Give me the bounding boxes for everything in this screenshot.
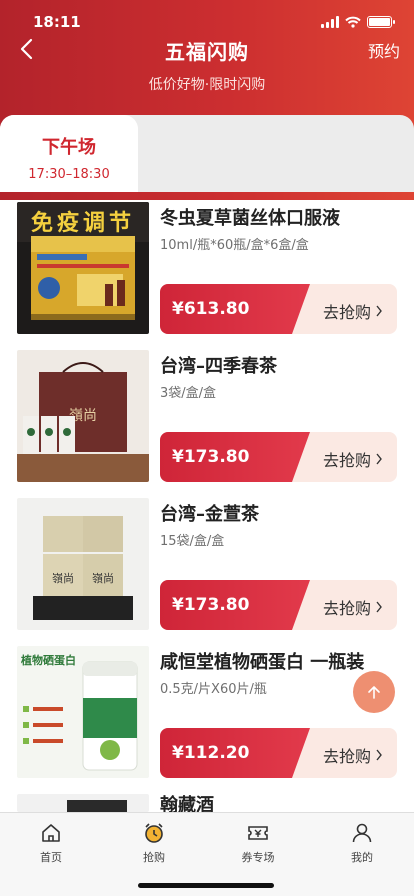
page-subtitle: 低价好物·限时闪购 [148, 77, 266, 93]
status-time: 18:11 [33, 13, 81, 31]
price-tag: ¥173.80 [160, 432, 310, 482]
tab-mine[interactable]: 我的 [322, 821, 402, 865]
tab-bar: 首页 抢购 券专场 我的 [0, 812, 414, 896]
ticket-icon [248, 826, 268, 840]
session-time: 17:30–18:30 [28, 167, 110, 182]
home-icon [42, 824, 60, 842]
product-item[interactable]: 免疫调节 冬虫夏草菌丝体口服液 10ml/瓶*60瓶/盒*6盒/盒 ¥613.8… [0, 192, 414, 340]
arrow-up-icon [368, 686, 380, 699]
product-image[interactable] [17, 794, 149, 812]
product-name: 台湾–金萱茶 [160, 504, 259, 525]
price-tag: ¥173.80 [160, 580, 310, 630]
product-image[interactable]: 免疫调节 [17, 202, 149, 334]
chevron-right-icon [376, 601, 382, 613]
session-tabs: 下午场 17:30–18:30 [0, 115, 414, 192]
product-spec: 0.5克/片X60片/瓶 [160, 682, 267, 697]
product-name: 冬虫夏草菌丝体口服液 [160, 208, 340, 229]
tab-label: 券专场 [241, 851, 275, 864]
product-item[interactable]: 翰藏酒 [0, 784, 414, 812]
product-spec: 3袋/盒/盒 [160, 386, 217, 401]
product-image[interactable]: 植物硒蛋白 [17, 646, 149, 778]
tab-flash-sale[interactable]: 抢购 [114, 821, 194, 865]
product-item[interactable]: 植物硒蛋白 咸恒堂植物硒蛋白 一瓶装 0.5克/片X60片/瓶 ¥112.20 … [0, 636, 414, 784]
tab-label: 首页 [40, 851, 62, 864]
buy-bar[interactable]: ¥173.80 去抢购 [160, 580, 397, 630]
grab-label: 去抢购 [322, 599, 371, 618]
svg-text:嶺尚: 嶺尚 [92, 571, 114, 585]
buy-bar[interactable]: ¥613.80 去抢购 [160, 284, 397, 334]
product-image-caption: 植物硒蛋白 [21, 654, 76, 667]
product-spec: 10ml/瓶*60瓶/盒*6盒/盒 [160, 238, 309, 253]
product-price: ¥613.80 [172, 299, 250, 319]
grab-button[interactable]: 去抢购 [323, 299, 383, 323]
tab-coupons[interactable]: 券专场 [218, 821, 298, 865]
product-item[interactable]: 嶺尚 嶺尚 台湾–金萱茶 15袋/盒/盒 ¥173.80 去抢购 [0, 488, 414, 636]
reserve-button[interactable]: 预约 [368, 38, 400, 62]
product-price: ¥173.80 [172, 447, 250, 467]
buy-bar[interactable]: ¥173.80 去抢购 [160, 432, 397, 482]
grab-label: 去抢购 [322, 747, 371, 766]
chevron-right-icon [376, 453, 382, 465]
price-tag: ¥112.20 [160, 728, 310, 778]
product-image-caption: 免疫调节 [30, 210, 135, 236]
product-image[interactable]: 嶺尚 嶺尚 [17, 498, 149, 630]
tab-label: 我的 [351, 851, 373, 864]
product-item[interactable]: 嶺尚 台湾–四季春茶 3袋/盒/盒 ¥173.80 去抢购 [0, 340, 414, 488]
grab-label: 去抢购 [322, 451, 371, 470]
chevron-right-icon [376, 749, 382, 761]
svg-text:嶺尚: 嶺尚 [52, 571, 74, 585]
product-name: 咸恒堂植物硒蛋白 一瓶装 [160, 652, 365, 673]
signal-icon [321, 16, 339, 28]
grab-button[interactable]: 去抢购 [323, 447, 383, 471]
tab-home[interactable]: 首页 [11, 821, 91, 865]
alarm-clock-icon [145, 823, 163, 843]
product-spec: 15袋/盒/盒 [160, 534, 225, 549]
product-image[interactable]: 嶺尚 [17, 350, 149, 482]
tab-label: 抢购 [143, 851, 165, 864]
buy-bar[interactable]: ¥112.20 去抢购 [160, 728, 397, 778]
grab-label: 去抢购 [322, 303, 371, 322]
home-indicator [138, 883, 274, 888]
grab-button[interactable]: 去抢购 [323, 595, 383, 619]
status-icons [321, 15, 395, 29]
page-title: 五福闪购 [165, 40, 249, 64]
session-name: 下午场 [42, 137, 96, 158]
wifi-icon [345, 16, 361, 28]
user-icon [352, 823, 372, 843]
battery-icon [367, 16, 395, 28]
product-price: ¥112.20 [172, 743, 250, 763]
grab-button[interactable]: 去抢购 [323, 743, 383, 767]
scroll-top-button[interactable] [353, 671, 395, 713]
product-name: 台湾–四季春茶 [160, 356, 277, 377]
product-name: 翰藏酒 [160, 795, 214, 812]
chevron-right-icon [376, 305, 382, 317]
product-price: ¥173.80 [172, 595, 250, 615]
price-tag: ¥613.80 [160, 284, 310, 334]
session-tab-afternoon[interactable]: 下午场 17:30–18:30 [0, 115, 138, 192]
